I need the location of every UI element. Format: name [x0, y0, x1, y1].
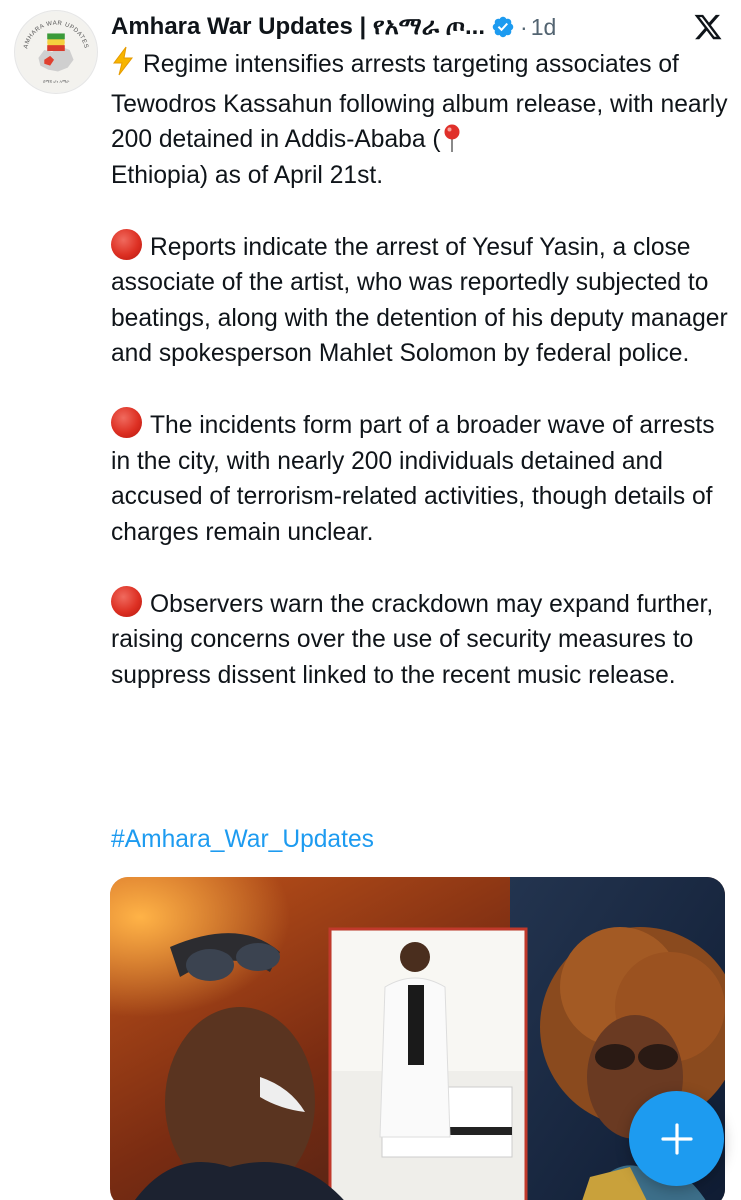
plus-icon — [660, 1122, 693, 1155]
paragraph-4: Observers warn the crackdown may expand … — [111, 585, 731, 694]
lightning-icon — [111, 46, 135, 87]
red-circle-icon — [111, 228, 142, 260]
compose-button[interactable] — [629, 1091, 724, 1186]
paragraph-2: Reports indicate the arrest of Yesuf Yas… — [111, 228, 731, 372]
paragraph-text: Regime intensifies arrests targeting ass… — [111, 51, 728, 153]
x-logo-icon[interactable] — [693, 12, 723, 42]
tweet[interactable]: AMHARA WAR UPDATES ሰማይ ሆነ አማራ Amhara War… — [0, 0, 741, 1200]
tweet-text: Regime intensifies arrests targeting ass… — [111, 46, 731, 693]
paragraph-text: The incidents form part of a broader wav… — [111, 412, 715, 546]
paragraph-text: Reports indicate the arrest of Yesuf Yas… — [111, 233, 728, 368]
pin-icon — [443, 123, 461, 153]
author-name[interactable]: Amhara War Updates | የአማራ ጦ... — [111, 13, 485, 41]
paragraph-text-cont: Ethiopia) as of April 21st. — [111, 161, 384, 189]
time-separator: · — [520, 13, 528, 40]
tweet-header: Amhara War Updates | የአማራ ጦ... · 1d — [111, 10, 631, 44]
paragraph-1: Regime intensifies arrests targeting ass… — [111, 46, 731, 193]
paragraph-3: The incidents form part of a broader wav… — [111, 407, 731, 550]
hashtag-link[interactable]: #Amhara_War_Updates — [111, 826, 374, 854]
svg-text:ሰማይ ሆነ አማራ: ሰማይ ሆነ አማራ — [43, 79, 70, 84]
verified-badge-icon — [492, 16, 514, 38]
red-circle-icon — [111, 407, 142, 438]
paragraph-text: Observers warn the crackdown may expand … — [111, 590, 714, 689]
timestamp[interactable]: 1d — [531, 14, 557, 41]
avatar[interactable]: AMHARA WAR UPDATES ሰማይ ሆነ አማራ — [14, 10, 98, 94]
red-circle-icon — [111, 585, 142, 617]
